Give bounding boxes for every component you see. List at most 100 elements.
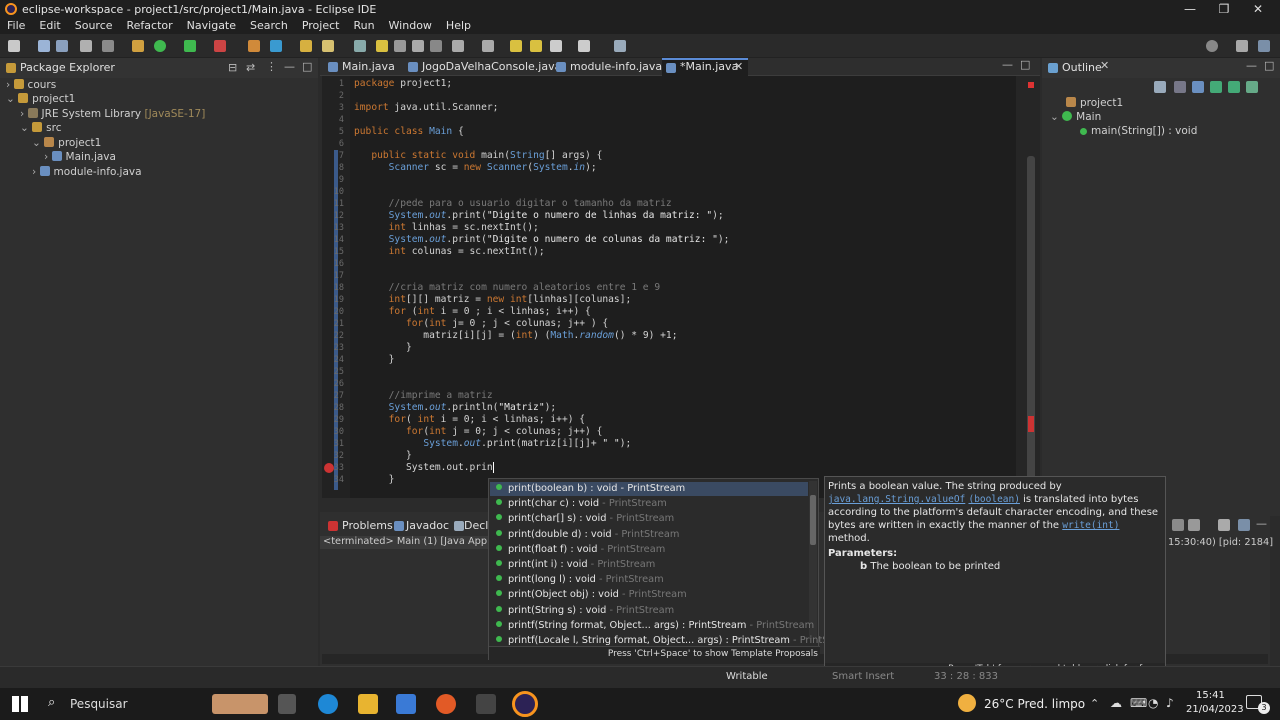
taskbar-search-box[interactable]: Pesquisar [70, 697, 128, 711]
menu-run[interactable]: Run [346, 18, 381, 34]
hide-local-icon[interactable] [1246, 81, 1258, 93]
java-perspective-icon[interactable] [1258, 40, 1270, 52]
editor-scrollbar[interactable] [1016, 76, 1040, 516]
error-marker[interactable] [1028, 82, 1034, 88]
completion-proposal[interactable]: print(Object obj) : void - PrintStream [496, 589, 687, 600]
error-icon[interactable] [324, 463, 334, 473]
search-highlight-icon[interactable] [212, 694, 268, 714]
search-taskbar-icon[interactable]: ⌕ [48, 695, 55, 710]
search-icon[interactable] [1206, 40, 1218, 52]
minimize-view-icon[interactable]: — [284, 60, 295, 73]
skip-breakpoints-icon[interactable] [102, 40, 114, 52]
menu-edit[interactable]: Edit [32, 18, 67, 34]
completion-proposal[interactable]: print(String s) : void - PrintStream [496, 605, 674, 616]
tree-item-project1[interactable]: ⌄ project1 [6, 93, 75, 105]
completion-proposal[interactable]: print(boolean b) : void - PrintStream [496, 483, 685, 494]
completion-proposal[interactable]: print(char c) : void - PrintStream [496, 498, 667, 509]
language-icon[interactable]: ⌨ [1130, 696, 1147, 710]
firefox-icon[interactable] [436, 694, 456, 714]
tree-item-main-java[interactable]: › Main.java [44, 151, 116, 163]
save-icon[interactable] [38, 40, 50, 52]
maximize-outline-icon[interactable]: □ [1264, 59, 1274, 72]
console-clear-icon[interactable] [1172, 519, 1184, 531]
save-all-icon[interactable] [56, 40, 68, 52]
tab-javadoc[interactable]: Javadoc [402, 516, 449, 536]
outline-tab[interactable]: Outline [1058, 58, 1102, 78]
block-select-icon[interactable] [394, 40, 406, 52]
menu-navigate[interactable]: Navigate [180, 18, 243, 34]
weather-icon[interactable] [958, 694, 976, 712]
hide-fields-icon[interactable] [1192, 81, 1204, 93]
link-editor-icon[interactable]: ⇄ [246, 61, 255, 74]
back-icon[interactable] [530, 40, 542, 52]
file-explorer-icon[interactable] [358, 694, 378, 714]
prev-annotation-icon[interactable] [482, 40, 494, 52]
terminal-taskbar-icon[interactable] [476, 694, 496, 714]
minimize-editor-icon[interactable]: — [1002, 58, 1013, 71]
minimize-outline-icon[interactable]: — [1246, 59, 1257, 72]
maximize-view-icon[interactable]: □ [302, 60, 312, 73]
tree-item-jre[interactable]: › JRE System Library [JavaSE-17] [20, 108, 205, 120]
menu-help[interactable]: Help [439, 18, 478, 34]
edge-icon[interactable] [318, 694, 338, 714]
collapse-all-icon[interactable]: ⊟ [228, 61, 237, 74]
tab-active-main-java[interactable]: *Main.java ✕ [662, 58, 748, 76]
javadoc-link[interactable]: write(int) [1062, 520, 1119, 531]
menu-file[interactable]: File [0, 18, 32, 34]
pilcrow-icon[interactable] [430, 40, 442, 52]
network-icon[interactable]: ◔ [1148, 696, 1158, 710]
run-config-icon[interactable] [184, 40, 196, 52]
tree-item-src[interactable]: ⌄ src [20, 122, 62, 134]
tree-item-package[interactable]: ⌄ project1 [32, 137, 101, 149]
hide-nonpublic-icon[interactable] [1228, 81, 1240, 93]
weather-text[interactable]: 26°C Pred. limpo [984, 697, 1085, 711]
last-edit-icon[interactable] [510, 40, 522, 52]
error-marker[interactable] [1028, 416, 1034, 432]
menu-window[interactable]: Window [382, 18, 439, 34]
completion-proposal[interactable]: print(double d) : void - PrintStream [496, 529, 679, 540]
windows-start-icon[interactable] [12, 696, 28, 712]
package-explorer-tab[interactable]: Package Explorer [16, 58, 115, 78]
outline-item-main-method[interactable]: main(String[]) : void [1080, 125, 1197, 137]
proposal-scroll-thumb[interactable] [810, 495, 816, 545]
proposal-scrollbar[interactable] [809, 481, 817, 639]
close-outline-icon[interactable]: ✕ [1100, 59, 1109, 72]
completion-proposal[interactable]: print(float f) : void - PrintStream [496, 544, 665, 555]
console-minimize-icon[interactable]: — [1256, 517, 1267, 530]
console-open-icon[interactable] [1238, 519, 1250, 531]
completion-proposal[interactable]: printf(String format, Object... args) : … [496, 620, 814, 631]
restore-button[interactable]: ❐ [1206, 0, 1242, 18]
new-icon[interactable] [8, 40, 20, 52]
content-assist-popup[interactable]: print(boolean b) : void - PrintStream pri… [488, 478, 858, 660]
console-display-icon[interactable] [1218, 519, 1230, 531]
search-tool-icon[interactable] [322, 40, 334, 52]
tree-item-module-info[interactable]: › module-info.java [32, 166, 142, 178]
completion-proposal[interactable]: print(int i) : void - PrintStream [496, 559, 655, 570]
menu-refactor[interactable]: Refactor [120, 18, 180, 34]
menu-search[interactable]: Search [243, 18, 295, 34]
terminal-icon[interactable] [80, 40, 92, 52]
taskbar-time[interactable]: 15:41 [1196, 690, 1225, 701]
javadoc-link[interactable]: java.lang.String.valueOf [828, 494, 965, 505]
menu-project[interactable]: Project [295, 18, 347, 34]
run-icon[interactable] [154, 40, 166, 52]
store-icon[interactable] [396, 694, 416, 714]
sort-icon[interactable] [1174, 81, 1186, 93]
back-arrow-icon[interactable] [550, 40, 562, 52]
tab-jogodavelha[interactable]: JogoDaVelhaConsole.java [418, 57, 561, 77]
debug-icon[interactable] [132, 40, 144, 52]
open-type-icon[interactable] [300, 40, 312, 52]
new-java-project-icon[interactable] [248, 40, 260, 52]
scroll-thumb[interactable] [1027, 156, 1035, 516]
minimize-button[interactable]: — [1172, 0, 1208, 18]
menu-source[interactable]: Source [68, 18, 120, 34]
javadoc-hover-popup[interactable]: Prints a boolean value. The string produ… [824, 476, 1166, 676]
outline-item-main-class[interactable]: ⌄ Main [1050, 111, 1101, 123]
completion-proposal[interactable]: print(long l) : void - PrintStream [496, 574, 664, 585]
next-annotation-icon[interactable] [452, 40, 464, 52]
maximize-editor-icon[interactable]: □ [1020, 58, 1030, 71]
highlight-icon[interactable] [376, 40, 388, 52]
pin-editor-icon[interactable] [614, 40, 626, 52]
taskbar-date[interactable]: 21/04/2023 [1186, 704, 1244, 715]
outline-item-package[interactable]: project1 [1066, 97, 1123, 109]
